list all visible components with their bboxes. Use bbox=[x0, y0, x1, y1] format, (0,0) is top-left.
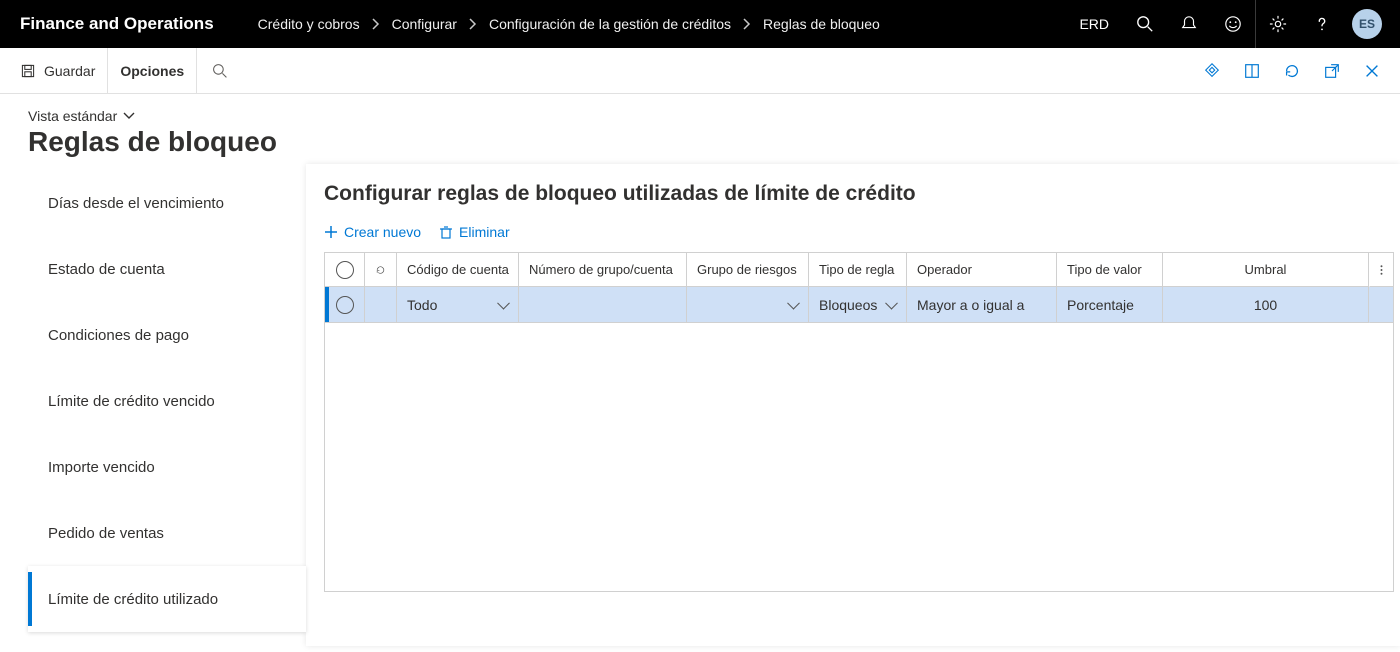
nav-item-account-status[interactable]: Estado de cuenta bbox=[28, 236, 306, 302]
nav-item-sales-order[interactable]: Pedido de ventas bbox=[28, 500, 306, 566]
page-title: Reglas de bloqueo bbox=[28, 126, 1372, 158]
cell-risk-group[interactable] bbox=[687, 287, 809, 323]
cell-rule-type[interactable]: Bloqueos bbox=[809, 287, 907, 323]
panel-icon[interactable] bbox=[1232, 48, 1272, 94]
grid: Código de cuenta Número de grupo/cuenta … bbox=[324, 252, 1394, 592]
environment-label[interactable]: ERD bbox=[1065, 0, 1123, 48]
content-panel: Configurar reglas de bloqueo utilizadas … bbox=[306, 164, 1400, 646]
options-button[interactable]: Opciones bbox=[108, 48, 197, 94]
breadcrumb-item[interactable]: Configurar bbox=[392, 16, 457, 32]
col-header-operator[interactable]: Operador bbox=[907, 253, 1057, 287]
view-selector[interactable]: Vista estándar bbox=[28, 108, 135, 124]
save-button[interactable]: Guardar bbox=[8, 48, 108, 94]
actionbar-right bbox=[1192, 48, 1392, 94]
breadcrumb-item[interactable]: Crédito y cobros bbox=[258, 16, 360, 32]
help-icon[interactable] bbox=[1300, 0, 1344, 48]
cell-value-type[interactable]: Porcentaje bbox=[1057, 287, 1163, 323]
refresh-icon[interactable] bbox=[1272, 48, 1312, 94]
app-brand: Finance and Operations bbox=[20, 14, 214, 34]
col-header-group-number[interactable]: Número de grupo/cuenta bbox=[519, 253, 687, 287]
breadcrumb-item[interactable]: Configuración de la gestión de créditos bbox=[489, 16, 731, 32]
col-header-value-type[interactable]: Tipo de valor bbox=[1057, 253, 1163, 287]
col-header-account-code[interactable]: Código de cuenta bbox=[397, 253, 519, 287]
cell-group-number[interactable] bbox=[519, 287, 687, 323]
attachment-icon[interactable] bbox=[1192, 48, 1232, 94]
breadcrumb-item[interactable]: Reglas de bloqueo bbox=[763, 16, 880, 32]
delete-button[interactable]: Eliminar bbox=[439, 224, 510, 240]
grid-header: Código de cuenta Número de grupo/cuenta … bbox=[325, 253, 1393, 287]
cell-account-code[interactable]: Todo bbox=[397, 287, 519, 323]
feedback-icon[interactable] bbox=[1211, 0, 1255, 48]
page-header: Vista estándar Reglas de bloqueo bbox=[0, 94, 1400, 164]
topbar-right: ERD ES bbox=[1065, 0, 1388, 48]
cell-more bbox=[1369, 287, 1393, 323]
nav-item-credit-limit-used[interactable]: Límite de crédito utilizado bbox=[28, 566, 306, 632]
save-label: Guardar bbox=[44, 63, 95, 79]
popout-icon[interactable] bbox=[1312, 48, 1352, 94]
delete-label: Eliminar bbox=[459, 224, 510, 240]
trash-icon bbox=[439, 225, 453, 239]
circle-icon bbox=[336, 261, 354, 279]
body-split: Días desde el vencimiento Estado de cuen… bbox=[0, 164, 1400, 646]
topbar: Finance and Operations Crédito y cobros … bbox=[0, 0, 1400, 48]
breadcrumb: Crédito y cobros Configurar Configuració… bbox=[258, 16, 1062, 32]
nav-item-expired-credit-limit[interactable]: Límite de crédito vencido bbox=[28, 368, 306, 434]
col-header-threshold[interactable]: Umbral bbox=[1163, 253, 1369, 287]
new-button[interactable]: Crear nuevo bbox=[324, 224, 421, 240]
refresh-column-header[interactable] bbox=[365, 253, 397, 287]
new-label: Crear nuevo bbox=[344, 224, 421, 240]
search-icon[interactable] bbox=[197, 48, 243, 94]
actionbar: Guardar Opciones bbox=[0, 48, 1400, 94]
nav-item-payment-terms[interactable]: Condiciones de pago bbox=[28, 302, 306, 368]
search-icon[interactable] bbox=[1123, 0, 1167, 48]
content-title: Configurar reglas de bloqueo utilizadas … bbox=[324, 182, 1394, 206]
avatar[interactable]: ES bbox=[1352, 9, 1382, 39]
col-header-more[interactable] bbox=[1369, 253, 1393, 287]
cell-threshold[interactable]: 100 bbox=[1163, 287, 1369, 323]
select-all-header[interactable] bbox=[325, 253, 365, 287]
nav-item-overdue-amount[interactable]: Importe vencido bbox=[28, 434, 306, 500]
plus-icon bbox=[324, 225, 338, 239]
table-row[interactable]: Todo Bloqueos Mayor a o igual a Porcenta… bbox=[325, 287, 1393, 323]
view-label: Vista estándar bbox=[28, 108, 117, 124]
close-icon[interactable] bbox=[1352, 48, 1392, 94]
chevron-down-icon bbox=[123, 112, 135, 120]
col-header-risk-group[interactable]: Grupo de riesgos bbox=[687, 253, 809, 287]
row-refresh-cell bbox=[365, 287, 397, 323]
grid-toolbar: Crear nuevo Eliminar bbox=[324, 224, 1394, 240]
chevron-right-icon bbox=[743, 18, 751, 30]
row-select[interactable] bbox=[325, 287, 365, 323]
col-header-rule-type[interactable]: Tipo de regla bbox=[809, 253, 907, 287]
chevron-right-icon bbox=[469, 18, 477, 30]
options-label: Opciones bbox=[120, 63, 184, 79]
circle-icon bbox=[336, 296, 354, 314]
cell-operator[interactable]: Mayor a o igual a bbox=[907, 287, 1057, 323]
left-nav: Días desde el vencimiento Estado de cuen… bbox=[28, 164, 306, 646]
gear-icon[interactable] bbox=[1256, 0, 1300, 48]
save-icon bbox=[20, 63, 36, 79]
nav-item-days-overdue[interactable]: Días desde el vencimiento bbox=[28, 170, 306, 236]
chevron-right-icon bbox=[372, 18, 380, 30]
notification-icon[interactable] bbox=[1167, 0, 1211, 48]
